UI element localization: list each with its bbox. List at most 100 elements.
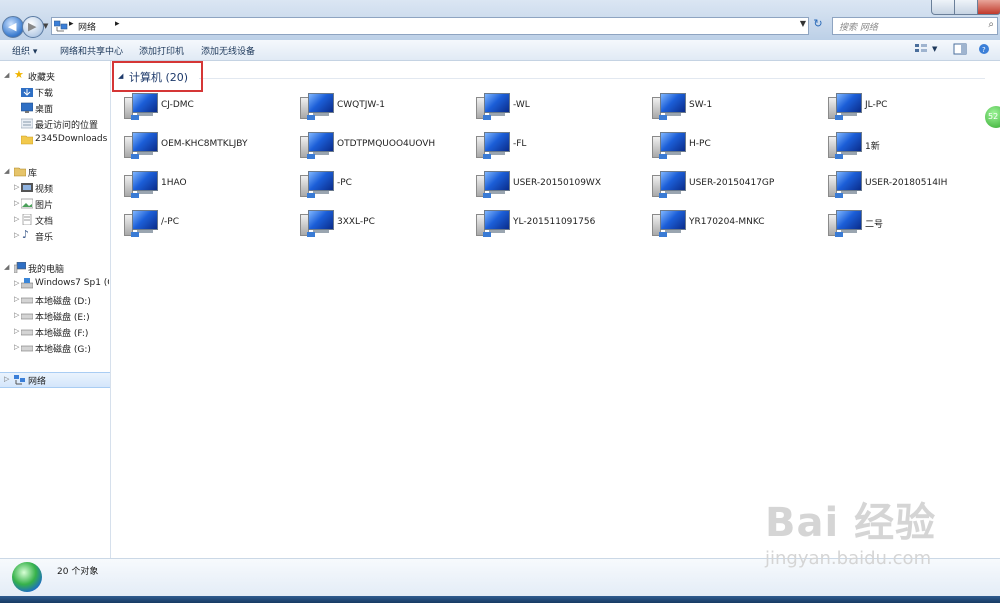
maximize-button[interactable]	[954, 0, 978, 15]
computer-item[interactable]: USER-20150109WX	[476, 169, 652, 199]
recent-places-icon	[21, 118, 33, 129]
expand-arrow-icon[interactable]: ▷	[14, 215, 19, 223]
desktop-icon	[21, 102, 33, 113]
computer-item[interactable]: 3XXL-PC	[300, 208, 476, 238]
close-button[interactable]	[977, 0, 1000, 15]
computer-item[interactable]: 1新	[828, 130, 1000, 160]
document-icon	[22, 214, 32, 225]
drive-icon	[21, 297, 33, 304]
computer-item[interactable]: USER-20180514IH	[828, 169, 1000, 199]
sidebar-item-recent[interactable]: 最近访问的位置	[0, 117, 110, 131]
computer-item[interactable]: CWQTJW-1	[300, 91, 476, 121]
computer-name: 二号	[865, 220, 884, 230]
sidebar-item-music[interactable]: ▷ ♪ 音乐	[0, 228, 110, 243]
sidebar-item-downloads[interactable]: 下载	[0, 85, 110, 99]
computer-name: /-PC	[161, 217, 179, 227]
expand-arrow-icon[interactable]: ▷	[14, 231, 19, 239]
badge-text: 52	[988, 112, 999, 121]
breadcrumb-separator-icon[interactable]: ▸	[69, 19, 74, 29]
sidebar-label: 我的电脑	[28, 265, 65, 275]
sidebar-label: 库	[28, 169, 38, 179]
sidebar-item-drive-e[interactable]: ▷ 本地磁盘 (E:)	[0, 309, 110, 323]
computer-item[interactable]: USER-20150417GP	[652, 169, 828, 199]
computer-name: H-PC	[689, 139, 711, 149]
sidebar-item-documents[interactable]: ▷ 文档	[0, 213, 110, 227]
computer-item[interactable]: SW-1	[652, 91, 828, 121]
sidebar-label: 本地磁盘 (F:)	[35, 329, 89, 339]
search-input[interactable]: 搜索 网络 ⌕	[832, 17, 998, 35]
picture-icon	[21, 198, 33, 209]
expand-arrow-icon[interactable]: ▷	[14, 279, 19, 287]
preview-pane-icon[interactable]	[953, 43, 967, 55]
sidebar-item-pictures[interactable]: ▷ 图片	[0, 197, 110, 211]
search-icon[interactable]: ⌕	[988, 19, 994, 30]
computer-item[interactable]: CJ-DMC	[124, 91, 300, 121]
forward-button[interactable]: ▶	[22, 16, 44, 38]
sidebar-label: 音乐	[35, 233, 54, 243]
sidebar-item-drive-c[interactable]: ▷ Windows7 Sp1 (C:	[0, 277, 110, 291]
address-dropdown-icon[interactable]: ▼	[800, 19, 806, 28]
computer-item[interactable]: -WL	[476, 91, 652, 121]
expand-arrow-icon[interactable]: ▷	[14, 311, 19, 319]
help-icon[interactable]: ?	[977, 43, 991, 55]
sidebar-item-network[interactable]: ▷ 网络	[0, 372, 110, 388]
sidebar-label: 本地磁盘 (E:)	[35, 313, 90, 323]
computer-item[interactable]: OEM-KHC8MTKLJBY	[124, 130, 300, 160]
organize-button[interactable]: 组织 ▾	[12, 44, 37, 57]
expand-arrow-icon[interactable]: ▷	[14, 327, 19, 335]
collapse-arrow-icon[interactable]: ◢	[4, 263, 9, 271]
sidebar-item-computer[interactable]: ◢ 我的电脑	[0, 261, 110, 275]
computer-item[interactable]: -PC	[300, 169, 476, 199]
back-button[interactable]: ◀	[2, 16, 24, 38]
computer-item[interactable]: 二号	[828, 208, 1000, 238]
collapse-arrow-icon[interactable]: ◢	[4, 167, 9, 175]
computer-item[interactable]: -FL	[476, 130, 652, 160]
sidebar-item-favorites[interactable]: ◢ ★ 收藏夹	[0, 68, 110, 83]
sidebar-item-2345downloads[interactable]: 2345Downloads	[0, 133, 110, 147]
computer-icon	[124, 169, 160, 199]
sidebar-item-drive-d[interactable]: ▷ 本地磁盘 (D:)	[0, 293, 110, 307]
address-bar[interactable]: ▸ 网络 ▸ ▼	[51, 17, 809, 35]
expand-arrow-icon[interactable]: ▷	[14, 183, 19, 191]
svg-text:?: ?	[982, 46, 986, 54]
network-center-button[interactable]: 网络和共享中心	[60, 44, 123, 57]
sidebar-item-drive-f[interactable]: ▷ 本地磁盘 (F:)	[0, 325, 110, 339]
breadcrumb-separator-icon[interactable]: ▸	[115, 19, 120, 29]
minimize-button[interactable]	[931, 0, 955, 15]
computer-item[interactable]: /-PC	[124, 208, 300, 238]
computer-icon	[300, 130, 336, 160]
computer-item[interactable]: YR170204-MNKC	[652, 208, 828, 238]
expand-arrow-icon[interactable]: ▷	[14, 199, 19, 207]
search-placeholder: 搜索 网络	[839, 23, 878, 33]
add-wireless-button[interactable]: 添加无线设备	[201, 44, 255, 57]
network-icon	[54, 20, 68, 32]
arrow-right-icon: ▶	[28, 20, 37, 33]
computer-item[interactable]: H-PC	[652, 130, 828, 160]
network-icon	[14, 375, 25, 385]
computer-name: -PC	[337, 178, 352, 188]
group-header-computers[interactable]: ◢ 计算机 (20)	[112, 61, 985, 92]
computer-item[interactable]: 1HAO	[124, 169, 300, 199]
star-icon: ★	[14, 68, 24, 81]
sidebar-item-desktop[interactable]: 桌面	[0, 101, 110, 115]
computer-item[interactable]: JL-PC	[828, 91, 1000, 121]
computer-name: 1新	[865, 142, 880, 152]
view-dropdown-icon[interactable]: ▼	[932, 45, 937, 53]
history-dropdown-icon[interactable]: ▼	[43, 22, 48, 30]
baidu-watermark: Bai 经验 jingyan.baidu.com	[765, 490, 985, 580]
sidebar-item-libraries[interactable]: ◢ 库	[0, 165, 110, 179]
expand-arrow-icon[interactable]: ▷	[4, 375, 9, 383]
collapse-arrow-icon[interactable]: ◢	[4, 71, 9, 79]
title-bar: ◀ ▶ ▼ ▸ 网络 ▸ ▼ ↻ 搜索 网络 ⌕	[0, 0, 1000, 40]
computer-item[interactable]: OTDTPMQUOO4UOVH	[300, 130, 476, 160]
sidebar-item-videos[interactable]: ▷ 视频	[0, 181, 110, 195]
floating-badge[interactable]: 52	[985, 106, 1000, 128]
breadcrumb-network[interactable]: 网络	[78, 20, 96, 33]
add-printer-button[interactable]: 添加打印机	[139, 44, 184, 57]
refresh-icon[interactable]: ↻	[810, 17, 826, 33]
view-options-icon[interactable]	[914, 43, 928, 55]
sidebar-item-drive-g[interactable]: ▷ 本地磁盘 (G:)	[0, 341, 110, 355]
expand-arrow-icon[interactable]: ▷	[14, 343, 19, 351]
expand-arrow-icon[interactable]: ▷	[14, 295, 19, 303]
computer-item[interactable]: YL-201511091756	[476, 208, 652, 238]
